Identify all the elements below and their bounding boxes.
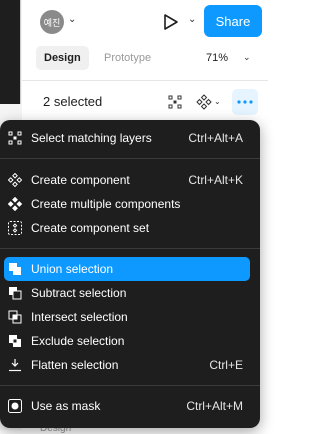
menu-item-label: Flatten selection	[31, 358, 119, 372]
select-matching-icon[interactable]	[168, 95, 182, 109]
subtract-icon	[9, 287, 22, 300]
chevron-down-icon[interactable]: ⌄	[243, 52, 251, 63]
menu-divider	[0, 158, 260, 159]
menu-item-shortcut: Ctrl+Alt+M	[186, 399, 243, 413]
divider	[22, 80, 268, 81]
chevron-down-icon[interactable]: ⌄	[68, 14, 76, 25]
more-icon	[237, 100, 253, 104]
union-icon	[9, 263, 21, 275]
zoom-level[interactable]: 71%	[206, 46, 228, 70]
menu-item-label: Exclude selection	[31, 334, 125, 348]
panel-tabs: Design Prototype 71% ⌄	[22, 44, 268, 72]
share-button[interactable]: Share	[204, 5, 262, 37]
play-icon[interactable]	[158, 10, 182, 34]
menu-item-shortcut: Ctrl+E	[209, 358, 243, 372]
menu-item-label: Union selection	[31, 262, 114, 276]
menu-item-label: Use as mask	[31, 399, 101, 413]
panel-header: 예진 ⌄ ⌄ Share	[22, 0, 268, 44]
menu-item-label: Create component set	[31, 221, 150, 235]
intersect-icon	[8, 310, 22, 324]
tab-design[interactable]: Design	[36, 46, 89, 70]
selection-header: 2 selected ⌄	[22, 88, 268, 116]
context-menu: Select matching layers Ctrl+Alt+A Create…	[0, 120, 260, 428]
menu-item-label: Create component	[31, 173, 130, 187]
chevron-down-icon[interactable]: ⌄	[188, 14, 196, 25]
menu-item-label: Create multiple components	[31, 197, 181, 211]
chevron-down-icon[interactable]: ⌄	[214, 97, 221, 106]
select-matching-icon	[8, 131, 22, 145]
menu-item-shortcut: Ctrl+Alt+K	[188, 173, 243, 187]
component-icon	[8, 173, 22, 187]
menu-item-label: Subtract selection	[31, 286, 127, 300]
flatten-icon	[9, 359, 21, 372]
component-icon[interactable]	[196, 94, 212, 110]
menu-item-use-as-mask[interactable]: Use as mask Ctrl+Alt+M	[4, 394, 250, 418]
menu-item-intersect-selection[interactable]: Intersect selection	[4, 305, 250, 329]
mask-icon	[8, 399, 22, 413]
menu-item-subtract-selection[interactable]: Subtract selection	[4, 281, 250, 305]
menu-item-label: Intersect selection	[31, 310, 128, 324]
menu-item-exclude-selection[interactable]: Exclude selection	[4, 329, 250, 353]
menu-item-create-multiple-components[interactable]: Create multiple components	[4, 192, 250, 216]
multiple-components-icon	[8, 197, 22, 211]
menu-divider	[0, 385, 260, 386]
avatar[interactable]: 예진	[40, 10, 64, 34]
menu-item-union-selection[interactable]: Union selection	[4, 257, 250, 281]
exclude-icon	[9, 335, 21, 347]
menu-divider	[0, 248, 260, 249]
menu-item-flatten-selection[interactable]: Flatten selection Ctrl+E	[4, 353, 250, 377]
more-options-button[interactable]	[232, 89, 258, 115]
canvas-frame	[0, 0, 21, 104]
selection-count: 2 selected	[43, 94, 103, 109]
menu-item-shortcut: Ctrl+Alt+A	[188, 131, 243, 145]
menu-item-label: Select matching layers	[31, 131, 152, 145]
component-set-icon	[8, 221, 22, 235]
menu-item-select-matching-layers[interactable]: Select matching layers Ctrl+Alt+A	[4, 126, 250, 150]
menu-item-create-component[interactable]: Create component Ctrl+Alt+K	[4, 168, 250, 192]
tab-prototype[interactable]: Prototype	[104, 46, 151, 70]
menu-item-create-component-set[interactable]: Create component set	[4, 216, 250, 240]
